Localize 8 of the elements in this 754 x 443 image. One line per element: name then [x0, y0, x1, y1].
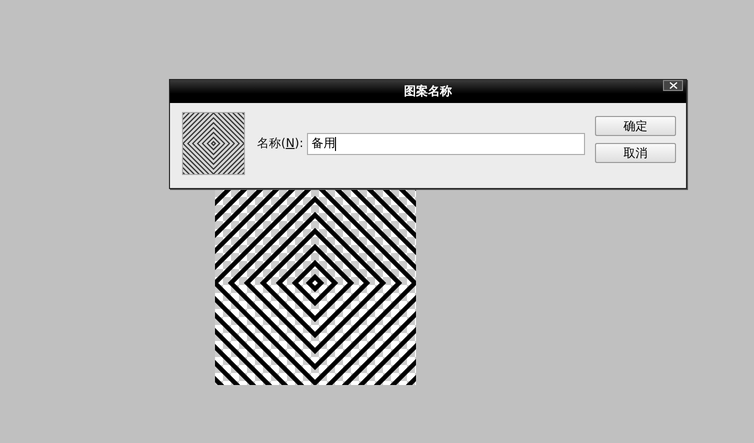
close-button[interactable] — [663, 80, 683, 91]
pattern-thumbnail — [182, 112, 245, 175]
name-input-field[interactable]: 备用 — [307, 132, 585, 154]
name-label: 名称(N): — [257, 135, 304, 152]
dialog-button[interactable]: 确定 — [595, 116, 676, 136]
dialog-button[interactable]: 取消 — [595, 143, 676, 163]
close-icon — [668, 82, 678, 89]
window-title: 图案名称 — [404, 83, 452, 100]
